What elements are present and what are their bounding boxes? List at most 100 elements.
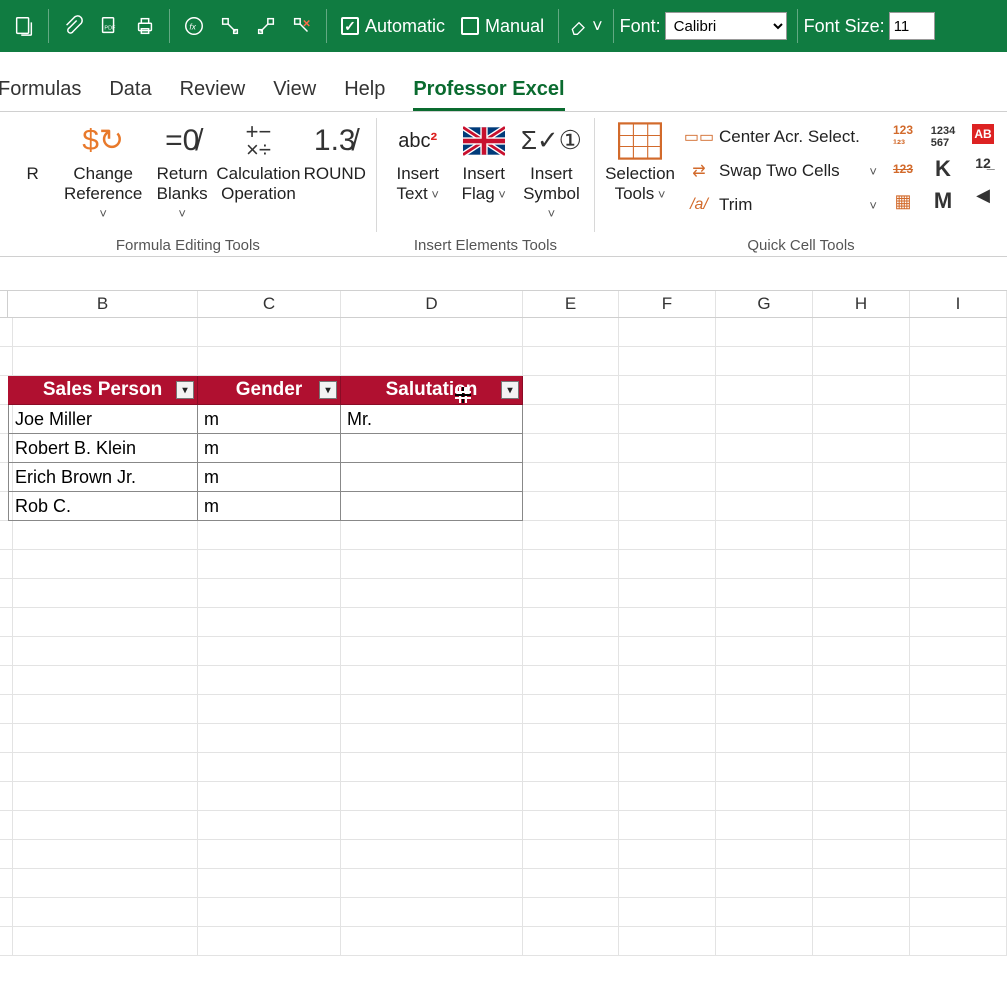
trim-button[interactable]: /a/Trim˅: [687, 190, 877, 220]
cell[interactable]: [198, 782, 341, 811]
cell[interactable]: [716, 318, 813, 347]
cell[interactable]: [8, 550, 198, 579]
table-cell[interactable]: m: [198, 405, 341, 434]
tab-review[interactable]: Review: [180, 78, 246, 111]
cell[interactable]: [198, 608, 341, 637]
cell[interactable]: [619, 869, 716, 898]
calc-automatic-checkbox[interactable]: Automatic: [341, 16, 445, 37]
cell[interactable]: [716, 347, 813, 376]
formula-bar[interactable]: [0, 257, 1007, 291]
cell[interactable]: [813, 492, 910, 521]
cell[interactable]: [198, 521, 341, 550]
cell[interactable]: [910, 463, 1007, 492]
cell[interactable]: [341, 608, 523, 637]
remove-trace-icon[interactable]: [284, 8, 320, 44]
cell[interactable]: [813, 579, 910, 608]
cell[interactable]: [523, 318, 619, 347]
k-icon[interactable]: K: [929, 156, 957, 182]
cell[interactable]: [198, 347, 341, 376]
cell[interactable]: [619, 463, 716, 492]
cell[interactable]: [198, 811, 341, 840]
cell[interactable]: [341, 550, 523, 579]
trace-up-icon[interactable]: [248, 8, 284, 44]
cell[interactable]: [8, 695, 198, 724]
cell[interactable]: [198, 579, 341, 608]
insert-text-button[interactable]: abc² Insert Text: [387, 118, 449, 223]
cell[interactable]: [910, 347, 1007, 376]
cell[interactable]: [910, 376, 1007, 405]
cell[interactable]: [910, 434, 1007, 463]
cell[interactable]: [341, 753, 523, 782]
table-cell[interactable]: [341, 492, 523, 521]
cell[interactable]: [8, 608, 198, 637]
cell[interactable]: [813, 927, 910, 956]
cell[interactable]: [198, 666, 341, 695]
cell[interactable]: [619, 579, 716, 608]
calculation-operation-button[interactable]: +−×÷ Calculation Operation: [217, 118, 300, 223]
cell[interactable]: [198, 898, 341, 927]
cell[interactable]: [198, 637, 341, 666]
cell[interactable]: [910, 666, 1007, 695]
cell[interactable]: [910, 782, 1007, 811]
cell[interactable]: [341, 695, 523, 724]
attach-icon[interactable]: [55, 8, 91, 44]
cell[interactable]: [716, 666, 813, 695]
cell[interactable]: [8, 898, 198, 927]
cell[interactable]: [619, 434, 716, 463]
cell[interactable]: [619, 376, 716, 405]
swap-cells-button[interactable]: ⇄Swap Two Cells˅: [687, 156, 877, 186]
cell[interactable]: [198, 695, 341, 724]
cell[interactable]: [619, 724, 716, 753]
table-header[interactable]: Gender▾: [198, 376, 341, 405]
column-header[interactable]: F: [619, 291, 716, 317]
cell[interactable]: [619, 550, 716, 579]
change-reference-button[interactable]: $↻ Change Reference: [59, 118, 147, 223]
cell[interactable]: [619, 782, 716, 811]
cell[interactable]: [8, 782, 198, 811]
cell[interactable]: [523, 724, 619, 753]
cell[interactable]: [716, 376, 813, 405]
table-cell[interactable]: Erich Brown Jr.: [8, 463, 198, 492]
center-across-selection-button[interactable]: ▭▭Center Acr. Select.: [687, 122, 877, 152]
cell[interactable]: [716, 463, 813, 492]
column-header[interactable]: C: [198, 291, 341, 317]
number-group-icon[interactable]: 1234567: [929, 124, 957, 150]
cell[interactable]: [341, 666, 523, 695]
cell[interactable]: [8, 811, 198, 840]
new-sheet-icon[interactable]: [6, 8, 42, 44]
cell[interactable]: [910, 405, 1007, 434]
table-format-icon[interactable]: ▦: [889, 188, 917, 214]
strikethrough-number-icon[interactable]: 123: [889, 156, 917, 182]
cell[interactable]: [8, 753, 198, 782]
cell[interactable]: [341, 869, 523, 898]
round-button[interactable]: 1.3̸ ROUND: [304, 118, 366, 223]
table-cell[interactable]: m: [198, 492, 341, 521]
cell[interactable]: [910, 869, 1007, 898]
cell[interactable]: [523, 492, 619, 521]
cell[interactable]: [813, 550, 910, 579]
column-header[interactable]: E: [523, 291, 619, 317]
filter-button[interactable]: ▾: [319, 381, 337, 399]
table-header[interactable]: Salutation▾: [341, 376, 523, 405]
cell[interactable]: [716, 550, 813, 579]
iferror-button[interactable]: R: [10, 118, 55, 223]
cell[interactable]: [813, 869, 910, 898]
cell[interactable]: [910, 637, 1007, 666]
cell[interactable]: [619, 753, 716, 782]
table-cell[interactable]: Robert B. Klein: [8, 434, 198, 463]
cell[interactable]: [341, 347, 523, 376]
cell[interactable]: [716, 637, 813, 666]
cell[interactable]: [523, 405, 619, 434]
cell[interactable]: [341, 318, 523, 347]
selection-tools-button[interactable]: Selection Tools: [605, 118, 675, 234]
cell[interactable]: [619, 898, 716, 927]
cell[interactable]: [523, 521, 619, 550]
cell[interactable]: [813, 463, 910, 492]
cell[interactable]: [8, 347, 198, 376]
cell[interactable]: [198, 318, 341, 347]
table-header[interactable]: Sales Person▾: [8, 376, 198, 405]
cell[interactable]: [8, 840, 198, 869]
cell[interactable]: [341, 724, 523, 753]
trace-down-icon[interactable]: [212, 8, 248, 44]
tab-view[interactable]: View: [273, 78, 316, 111]
